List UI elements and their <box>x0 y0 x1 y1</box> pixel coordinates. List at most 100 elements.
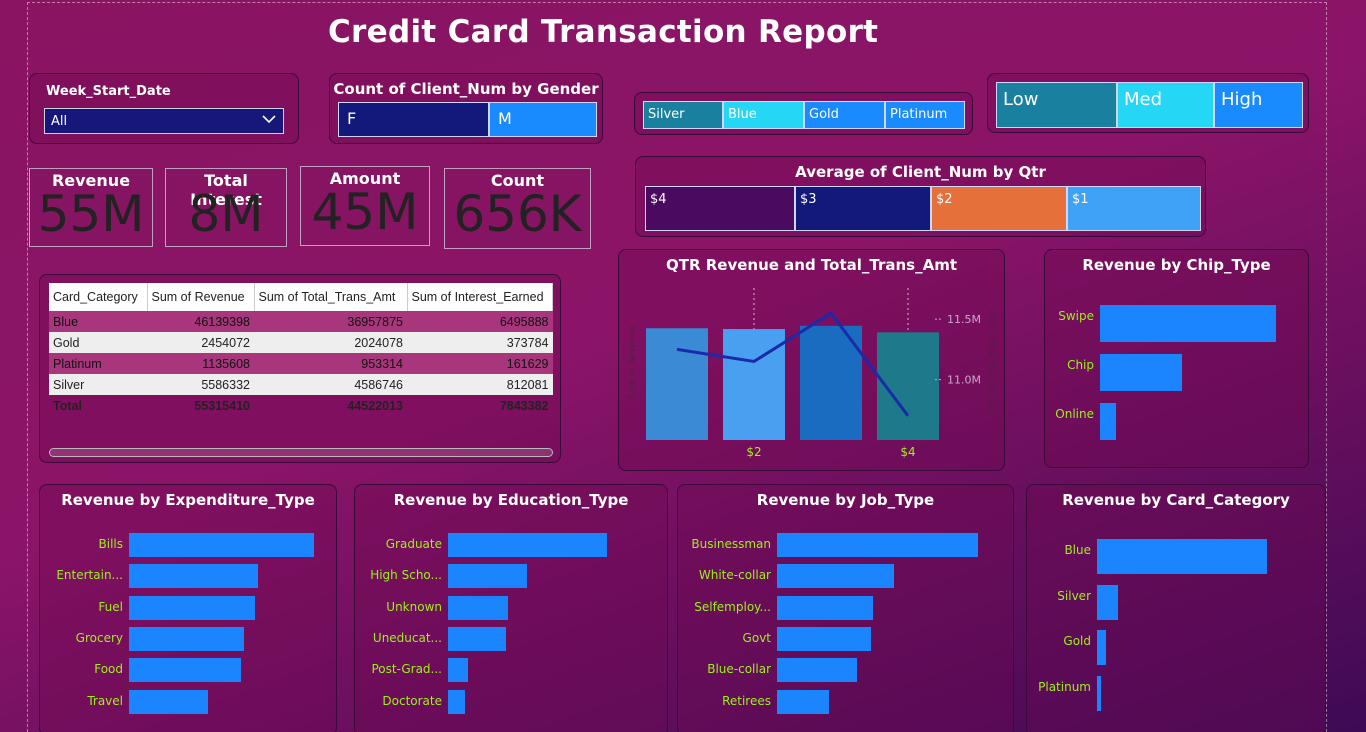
table-horizontal-scrollbar[interactable] <box>49 448 553 457</box>
table-cell: 36957875 <box>254 311 407 332</box>
kpi-count-value: 656K <box>453 185 582 243</box>
table-row[interactable]: Platinum 1135608 953314 161629 <box>49 353 553 374</box>
bar-label: Grocery <box>75 630 123 645</box>
card-category-table: Card_Category Sum of Revenue Sum of Tota… <box>49 283 553 416</box>
table-header[interactable]: Sum of Interest_Earned <box>407 283 553 311</box>
bar[interactable] <box>1097 630 1107 665</box>
table-cell: 44522013 <box>347 398 403 413</box>
bar[interactable] <box>129 658 241 683</box>
bar[interactable] <box>448 595 508 620</box>
table-cell: 373784 <box>407 332 553 353</box>
bar[interactable] <box>777 595 873 620</box>
card-category-slicer: Silver Blue Gold Platinum <box>634 92 973 135</box>
qtr-revenue-combo-chart: $2 $4 11.5M 11.0M Sum of Revenue Sum of Total… <box>628 288 998 459</box>
bar[interactable] <box>448 689 466 714</box>
education-chart-panel: Revenue by Education_Type Graduate High S… <box>354 484 668 732</box>
gender-tile-f[interactable]: F <box>338 102 489 137</box>
bar-label: White-collar <box>698 568 771 583</box>
kpi-revenue-value: 55M <box>37 185 145 243</box>
qtr-revenue-chart-panel: QTR Revenue and Total_Trans_Amt $2 $4 11.5… <box>618 249 1005 471</box>
job-chart-panel: Revenue by Job_Type Businessman White-col… <box>677 484 1014 732</box>
expenditure-chart-title: Revenue by Expenditure_Type <box>61 491 315 509</box>
bar[interactable] <box>448 564 528 589</box>
qtr-tile-1[interactable]: $1 <box>1067 186 1201 231</box>
bar[interactable] <box>129 564 258 589</box>
qtr-revenue-bar <box>646 328 708 440</box>
week-dropdown[interactable]: All <box>44 108 284 134</box>
table-header[interactable]: Sum of Total_Trans_Amt <box>254 283 408 311</box>
table-cell: 5586332 <box>147 374 254 395</box>
bar-label: Entertain... <box>56 568 123 583</box>
table-row[interactable]: Gold 2454072 2024078 373784 <box>49 332 553 353</box>
education-chart-title: Revenue by Education_Type <box>393 491 629 509</box>
bar[interactable] <box>777 564 894 589</box>
table-row[interactable]: Silver 5586332 4586746 812081 <box>49 374 553 395</box>
bar-label: Unknown <box>386 599 442 614</box>
card-tile-silver[interactable]: Silver <box>643 101 723 129</box>
bar[interactable] <box>448 533 607 557</box>
bar-label: Gold <box>1063 634 1091 648</box>
level-slicer: Low Med High <box>987 73 1309 133</box>
table-cell: 7843382 <box>499 398 549 413</box>
card-tile-gold[interactable]: Gold <box>804 101 885 129</box>
qtr-tile-3[interactable]: $3 <box>795 186 931 231</box>
card-category-table-panel: Card_Category Sum of Revenue Sum of Tota… <box>39 274 561 463</box>
bar[interactable] <box>777 533 978 557</box>
bar[interactable] <box>129 626 245 651</box>
week-slicer-panel: Week_Start_Date All <box>29 73 299 144</box>
expenditure-chart-panel: Revenue by Expenditure_Type Bills Enterta… <box>39 484 337 732</box>
card-tile-platinum[interactable]: Platinum <box>885 101 965 129</box>
table-cell: Silver <box>49 374 147 395</box>
bar[interactable] <box>777 658 857 683</box>
bar[interactable] <box>129 689 208 714</box>
level-tile-high[interactable]: High <box>1214 82 1303 128</box>
level-tile-med[interactable]: Med <box>1117 82 1214 128</box>
gender-slicer-panel: Count of Client_Num by Gender F M <box>329 73 603 144</box>
bar[interactable] <box>448 658 468 683</box>
y2-tick-label: 11.5M <box>947 313 981 326</box>
bar-label: Selfemploy... <box>694 599 771 614</box>
x-tick-label: $4 <box>900 445 915 459</box>
table-total-row: Total 55315410 44522013 7843382 <box>49 395 553 416</box>
qtr-trans-amt-line <box>676 311 910 417</box>
gender-slicer-title: Count of Client_Num by Gender <box>333 80 599 98</box>
bar-label: Bills <box>98 537 124 551</box>
bar[interactable] <box>1097 675 1102 711</box>
y2-tick-label: 11.0M <box>947 374 981 387</box>
bar[interactable] <box>448 626 506 651</box>
bar[interactable] <box>777 689 829 714</box>
bar[interactable] <box>777 626 871 651</box>
week-dropdown-value: All <box>51 114 68 129</box>
bar-label: Fuel <box>98 599 123 614</box>
gender-tile-m[interactable]: M <box>489 102 597 137</box>
report-title: Credit Card Transaction Report <box>328 14 879 50</box>
chip-chart-title: Revenue by Chip_Type <box>1082 256 1271 274</box>
table-row[interactable]: Blue 46139398 36957875 6495888 <box>49 311 553 332</box>
bar[interactable] <box>1097 539 1267 574</box>
bar[interactable] <box>1100 305 1276 342</box>
bar[interactable] <box>129 595 255 620</box>
level-tile-low[interactable]: Low <box>996 82 1117 128</box>
bar[interactable] <box>1100 354 1182 391</box>
table-cell: 161629 <box>407 353 553 374</box>
card-category-chart-title: Revenue by Card_Category <box>1062 491 1290 509</box>
x-tick-label: $2 <box>746 445 761 459</box>
kpi-interest-value: 8M <box>188 185 264 243</box>
bar-label: Swipe <box>1058 309 1094 323</box>
qtr-tile-2[interactable]: $2 <box>931 186 1067 231</box>
table-cell: 1135608 <box>147 353 254 374</box>
y2-axis-label: Sum of Total_Trans_Amt <box>988 308 998 415</box>
kpi-count-card: Count 656K <box>444 168 591 249</box>
bar[interactable] <box>1100 403 1117 440</box>
kpi-interest-card: Total Interest 8M <box>165 168 287 247</box>
table-header[interactable]: Sum of Revenue <box>147 283 255 311</box>
qtr-tile-4[interactable]: $4 <box>645 186 795 231</box>
table-cell: 55315410 <box>194 398 250 413</box>
bar[interactable] <box>1097 584 1118 620</box>
bar[interactable] <box>129 533 314 557</box>
table-cell: 812081 <box>407 374 553 395</box>
card-tile-blue[interactable]: Blue <box>723 101 804 129</box>
table-header[interactable]: Card_Category <box>49 283 148 311</box>
bar-label: Chip <box>1067 358 1094 372</box>
bar-label: Uneducat... <box>372 630 442 645</box>
